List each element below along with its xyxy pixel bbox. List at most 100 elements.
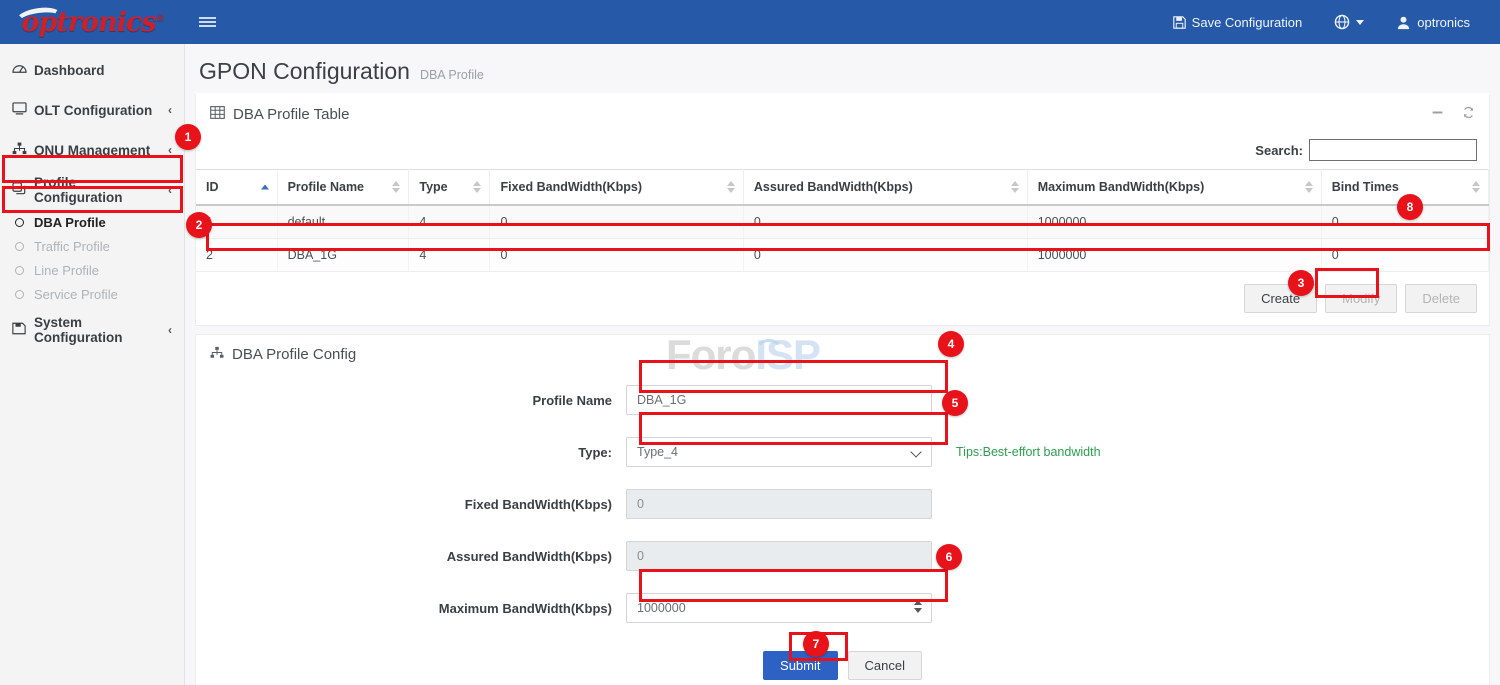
registered-mark: ®	[156, 14, 164, 24]
sidebar-item-profile-configuration[interactable]: Profile Configuration ‹	[0, 170, 184, 210]
column-header-fixed-bandwidth[interactable]: Fixed BandWidth(Kbps)	[490, 170, 743, 206]
sort-ascending-icon	[261, 185, 269, 190]
circle-icon	[12, 266, 34, 275]
column-header-assured-bandwidth[interactable]: Assured BandWidth(Kbps)	[743, 170, 1027, 206]
cell-maximum-bandwidth: 1000000	[1027, 239, 1321, 272]
field-row-assured-bandwidth: Assured BandWidth(Kbps)	[196, 541, 1489, 571]
top-header-bar: optronics® Save Configuration	[0, 0, 1500, 44]
column-header-label: ID	[206, 180, 219, 194]
save-icon	[12, 322, 34, 338]
floppy-disk-icon	[1173, 16, 1186, 29]
sidebar-item-label: ONU Management	[34, 143, 168, 158]
profile-name-input[interactable]	[626, 385, 932, 415]
sidebar-item-system-configuration[interactable]: System Configuration ‹	[0, 310, 184, 350]
table-row[interactable]: 1 default 4 0 0 1000000 0	[196, 205, 1489, 239]
panel-tools	[1431, 106, 1475, 122]
sidebar-item-olt-configuration[interactable]: OLT Configuration ‹	[0, 90, 184, 130]
column-header-type[interactable]: Type	[409, 170, 490, 206]
sidebar-item-onu-management[interactable]: ONU Management ‹	[0, 130, 184, 170]
chevron-left-icon: ‹	[168, 323, 172, 337]
cell-id: 2	[196, 239, 277, 272]
fixed-bandwidth-input	[626, 489, 932, 519]
annotation-badge-7: 7	[803, 631, 829, 657]
cell-profile-name: DBA_1G	[277, 239, 409, 272]
column-header-id[interactable]: ID	[196, 170, 277, 206]
user-name-label: optronics	[1417, 15, 1470, 30]
assured-bandwidth-input	[626, 541, 932, 571]
search-input[interactable]	[1309, 139, 1477, 161]
sidebar-subitem-label: DBA Profile	[34, 215, 106, 230]
save-configuration-label: Save Configuration	[1192, 15, 1303, 30]
sidebar-item-line-profile[interactable]: Line Profile	[0, 258, 184, 282]
sort-icon	[1011, 181, 1019, 193]
table-header-row: ID Profile Name Type Fixed BandWidt	[196, 170, 1489, 206]
sitemap-icon	[12, 142, 34, 158]
profile-name-label: Profile Name	[196, 393, 626, 408]
type-label: Type:	[196, 445, 626, 460]
chevron-left-icon: ‹	[168, 103, 172, 117]
type-select[interactable]: Type_4	[626, 437, 932, 467]
sidebar-item-dba-profile[interactable]: DBA Profile	[0, 210, 184, 234]
sidebar-item-label: OLT Configuration	[34, 103, 168, 118]
sidebar-subitem-label: Traffic Profile	[34, 239, 110, 254]
form-action-buttons: Submit Cancel	[196, 645, 1489, 685]
copy-icon	[12, 182, 34, 198]
logo-text: optronics®	[21, 7, 163, 38]
cell-profile-name: default	[277, 205, 409, 239]
annotation-badge-2: 2	[186, 212, 212, 238]
sidebar-item-traffic-profile[interactable]: Traffic Profile	[0, 234, 184, 258]
annotation-badge-6: 6	[936, 544, 962, 570]
sidebar-item-dashboard[interactable]: Dashboard	[0, 50, 184, 90]
column-header-maximum-bandwidth[interactable]: Maximum BandWidth(Kbps)	[1027, 170, 1321, 206]
sidebar-item-service-profile[interactable]: Service Profile	[0, 282, 184, 306]
annotation-badge-5: 5	[942, 390, 968, 416]
annotation-badge-4: 4	[938, 331, 964, 357]
column-header-label: Maximum BandWidth(Kbps)	[1038, 180, 1205, 194]
cell-maximum-bandwidth: 1000000	[1027, 205, 1321, 239]
form-panel-title: DBA Profile Config	[232, 346, 356, 363]
cell-assured-bandwidth: 0	[743, 239, 1027, 272]
globe-icon	[1334, 14, 1350, 30]
column-header-profile-name[interactable]: Profile Name	[277, 170, 409, 206]
sidebar-item-label: Profile Configuration	[34, 175, 168, 205]
chevron-left-icon: ‹	[168, 183, 172, 197]
minus-icon[interactable]	[1431, 106, 1444, 122]
refresh-icon[interactable]	[1462, 106, 1475, 122]
column-header-label: Bind Times	[1332, 180, 1399, 194]
circle-icon	[12, 290, 34, 299]
cancel-button[interactable]: Cancel	[848, 651, 922, 680]
save-configuration-button[interactable]: Save Configuration	[1157, 0, 1319, 44]
form-panel-header: DBA Profile Config	[196, 335, 1489, 373]
chevron-left-icon: ‹	[168, 143, 172, 157]
hamburger-icon[interactable]	[185, 0, 229, 44]
type-tip-text: Tips:Best-effort bandwidth	[956, 445, 1101, 459]
delete-button[interactable]: Delete	[1405, 284, 1477, 313]
cell-assured-bandwidth: 0	[743, 205, 1027, 239]
table-row[interactable]: 2 DBA_1G 4 0 0 1000000 0	[196, 239, 1489, 272]
brand-logo[interactable]: optronics®	[0, 0, 185, 44]
maximum-bandwidth-input[interactable]	[626, 593, 932, 623]
dba-profile-config-panel: ForoISP DBA Profile Config Profile Name …	[195, 334, 1490, 685]
annotation-badge-8: 8	[1397, 194, 1423, 220]
language-selector[interactable]	[1318, 0, 1380, 44]
chevron-down-icon	[1356, 20, 1364, 25]
submit-button[interactable]: Submit	[763, 651, 837, 680]
monitor-icon	[12, 102, 34, 118]
table-panel-title: DBA Profile Table	[233, 106, 349, 123]
cell-bind-times: 0	[1321, 239, 1488, 272]
table-search-row: Search:	[196, 133, 1489, 169]
sidebar: Dashboard OLT Configuration ‹ ONU Manage…	[0, 44, 185, 685]
sidebar-subitem-label: Line Profile	[34, 263, 99, 278]
circle-icon	[12, 218, 34, 227]
sort-icon	[727, 181, 735, 193]
top-header-right: Save Configuration optronics	[1157, 0, 1500, 44]
sidebar-subitem-label: Service Profile	[34, 287, 118, 302]
sort-icon	[1472, 181, 1480, 193]
cell-fixed-bandwidth: 0	[490, 239, 743, 272]
user-menu[interactable]: optronics	[1380, 0, 1486, 44]
sort-icon	[392, 181, 400, 193]
app-root: optronics® Save Configuration	[0, 0, 1500, 685]
modify-button[interactable]: Modify	[1325, 284, 1397, 313]
search-label: Search:	[1255, 143, 1303, 158]
fixed-bandwidth-label: Fixed BandWidth(Kbps)	[196, 497, 626, 512]
